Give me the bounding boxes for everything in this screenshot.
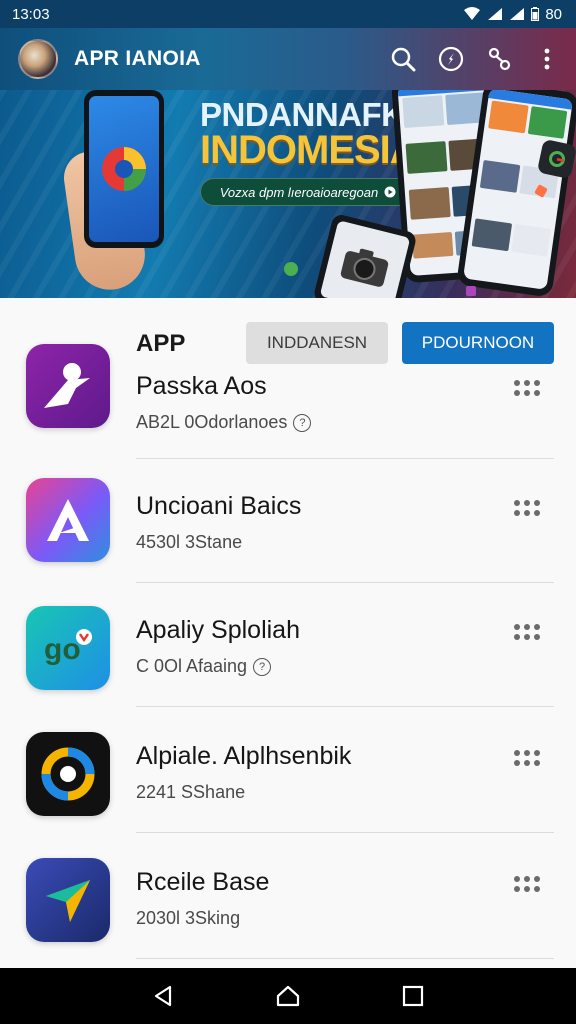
app-meta-text: 4530l 3Stane (136, 532, 243, 552)
status-bar: 13:03 80 (0, 0, 576, 28)
back-icon (154, 985, 171, 1007)
banner-tagline[interactable]: Vozxa dpm lıeroaioaregoan (200, 178, 416, 206)
search-icon (391, 47, 416, 72)
more-options-button[interactable] (532, 44, 562, 74)
divider (136, 958, 554, 959)
figure-icon (26, 344, 110, 428)
banner-title-line2: INDOMESIA (200, 128, 419, 172)
phone-illustration-left (84, 90, 164, 248)
signal-icon-2 (510, 8, 525, 20)
arrow-send-icon (26, 858, 110, 942)
status-icons: 80 (463, 6, 562, 23)
share-icon (488, 47, 511, 71)
divider (136, 832, 554, 833)
app-meta-text: AB2L 0Odorlanoes (136, 412, 288, 432)
app-logo-illustration (102, 147, 146, 191)
promo-banner[interactable]: PNDANNAFK INDOMESIA Vozxa dpm lıeroaioar… (0, 90, 576, 298)
google-badge (536, 138, 576, 180)
list-item[interactable]: Uncioani Baics 4530l 3Stane (0, 464, 576, 588)
app-meta: 2030l 3Sking (136, 908, 240, 929)
ring-icon (26, 732, 110, 816)
app-meta: AB2L 0Odorlanoes ? (136, 412, 312, 433)
triangle-a-icon (26, 478, 110, 562)
more-options-button[interactable] (510, 374, 544, 402)
app-meta: C 0Ol Afaaing ? (136, 656, 272, 677)
app-bar: APR IANOIA (0, 28, 576, 90)
app-name: Passka Aos (136, 372, 267, 400)
system-nav-bar (0, 968, 576, 1024)
share-button[interactable] (484, 44, 514, 74)
app-name: Uncioani Baics (136, 492, 302, 520)
app-title: APR IANOIA (74, 47, 201, 70)
app-name: Rceile Base (136, 868, 270, 896)
list-item[interactable]: Rceile Base 2030l 3Sking (0, 840, 576, 964)
app-meta-text: C 0Ol Afaaing (136, 656, 248, 676)
app-meta-text: 2241 SShane (136, 782, 246, 802)
decorative-dot (284, 262, 298, 276)
more-options-button[interactable] (510, 618, 544, 646)
list-item[interactable]: go Apaliy Sploliah C 0Ol Afaaing ? (0, 588, 576, 712)
home-button[interactable] (268, 976, 308, 1016)
app-logo[interactable] (18, 39, 58, 79)
app-name: Apaliy Sploliah (136, 616, 300, 644)
app-meta: 4530l 3Stane (136, 532, 242, 553)
list-item[interactable]: Passka Aos AB2L 0Odorlanoes ? (0, 340, 576, 464)
battery-level: 80 (545, 5, 562, 23)
search-button[interactable] (388, 44, 418, 74)
status-time: 13:03 (12, 5, 50, 23)
app-meta: 2241 SShane (136, 782, 245, 803)
divider (136, 458, 554, 459)
decorative-dot-3 (466, 286, 476, 296)
recents-icon (403, 985, 424, 1007)
info-icon[interactable]: ? (293, 413, 312, 432)
app-meta-text: 2030l 3Sking (136, 908, 241, 928)
info-icon[interactable]: ? (253, 657, 272, 676)
phone-screen (89, 96, 159, 242)
wifi-icon (464, 7, 481, 20)
app-name: Alpiale. Alplhsenbik (136, 742, 352, 770)
battery-icon (531, 7, 540, 21)
phone-screen-grid-2 (463, 90, 573, 290)
camera-icon (340, 248, 389, 287)
home-icon (276, 985, 300, 1007)
chat-go-icon: go (26, 606, 110, 690)
divider (136, 582, 554, 583)
recents-button[interactable] (393, 976, 433, 1016)
more-options-button[interactable] (510, 744, 544, 772)
more-vert-icon (544, 48, 550, 70)
compass-icon (438, 46, 464, 72)
more-options-button[interactable] (510, 870, 544, 898)
svg-text:go: go (44, 633, 81, 666)
banner-tagline-text: Vozxa dpm lıeroaioaregoan (219, 184, 379, 200)
signal-icon (488, 8, 503, 20)
app-actions (388, 44, 562, 74)
app-list-section: APP INDDANESN PDOURNOON Passka Aos AB2L … (0, 298, 576, 968)
g-logo-icon (549, 151, 565, 168)
more-options-button[interactable] (510, 494, 544, 522)
back-button[interactable] (143, 976, 183, 1016)
list-item[interactable]: Alpiale. Alplhsenbik 2241 SShane (0, 714, 576, 838)
play-icon (384, 186, 396, 198)
compass-button[interactable] (436, 44, 466, 74)
divider (136, 706, 554, 707)
